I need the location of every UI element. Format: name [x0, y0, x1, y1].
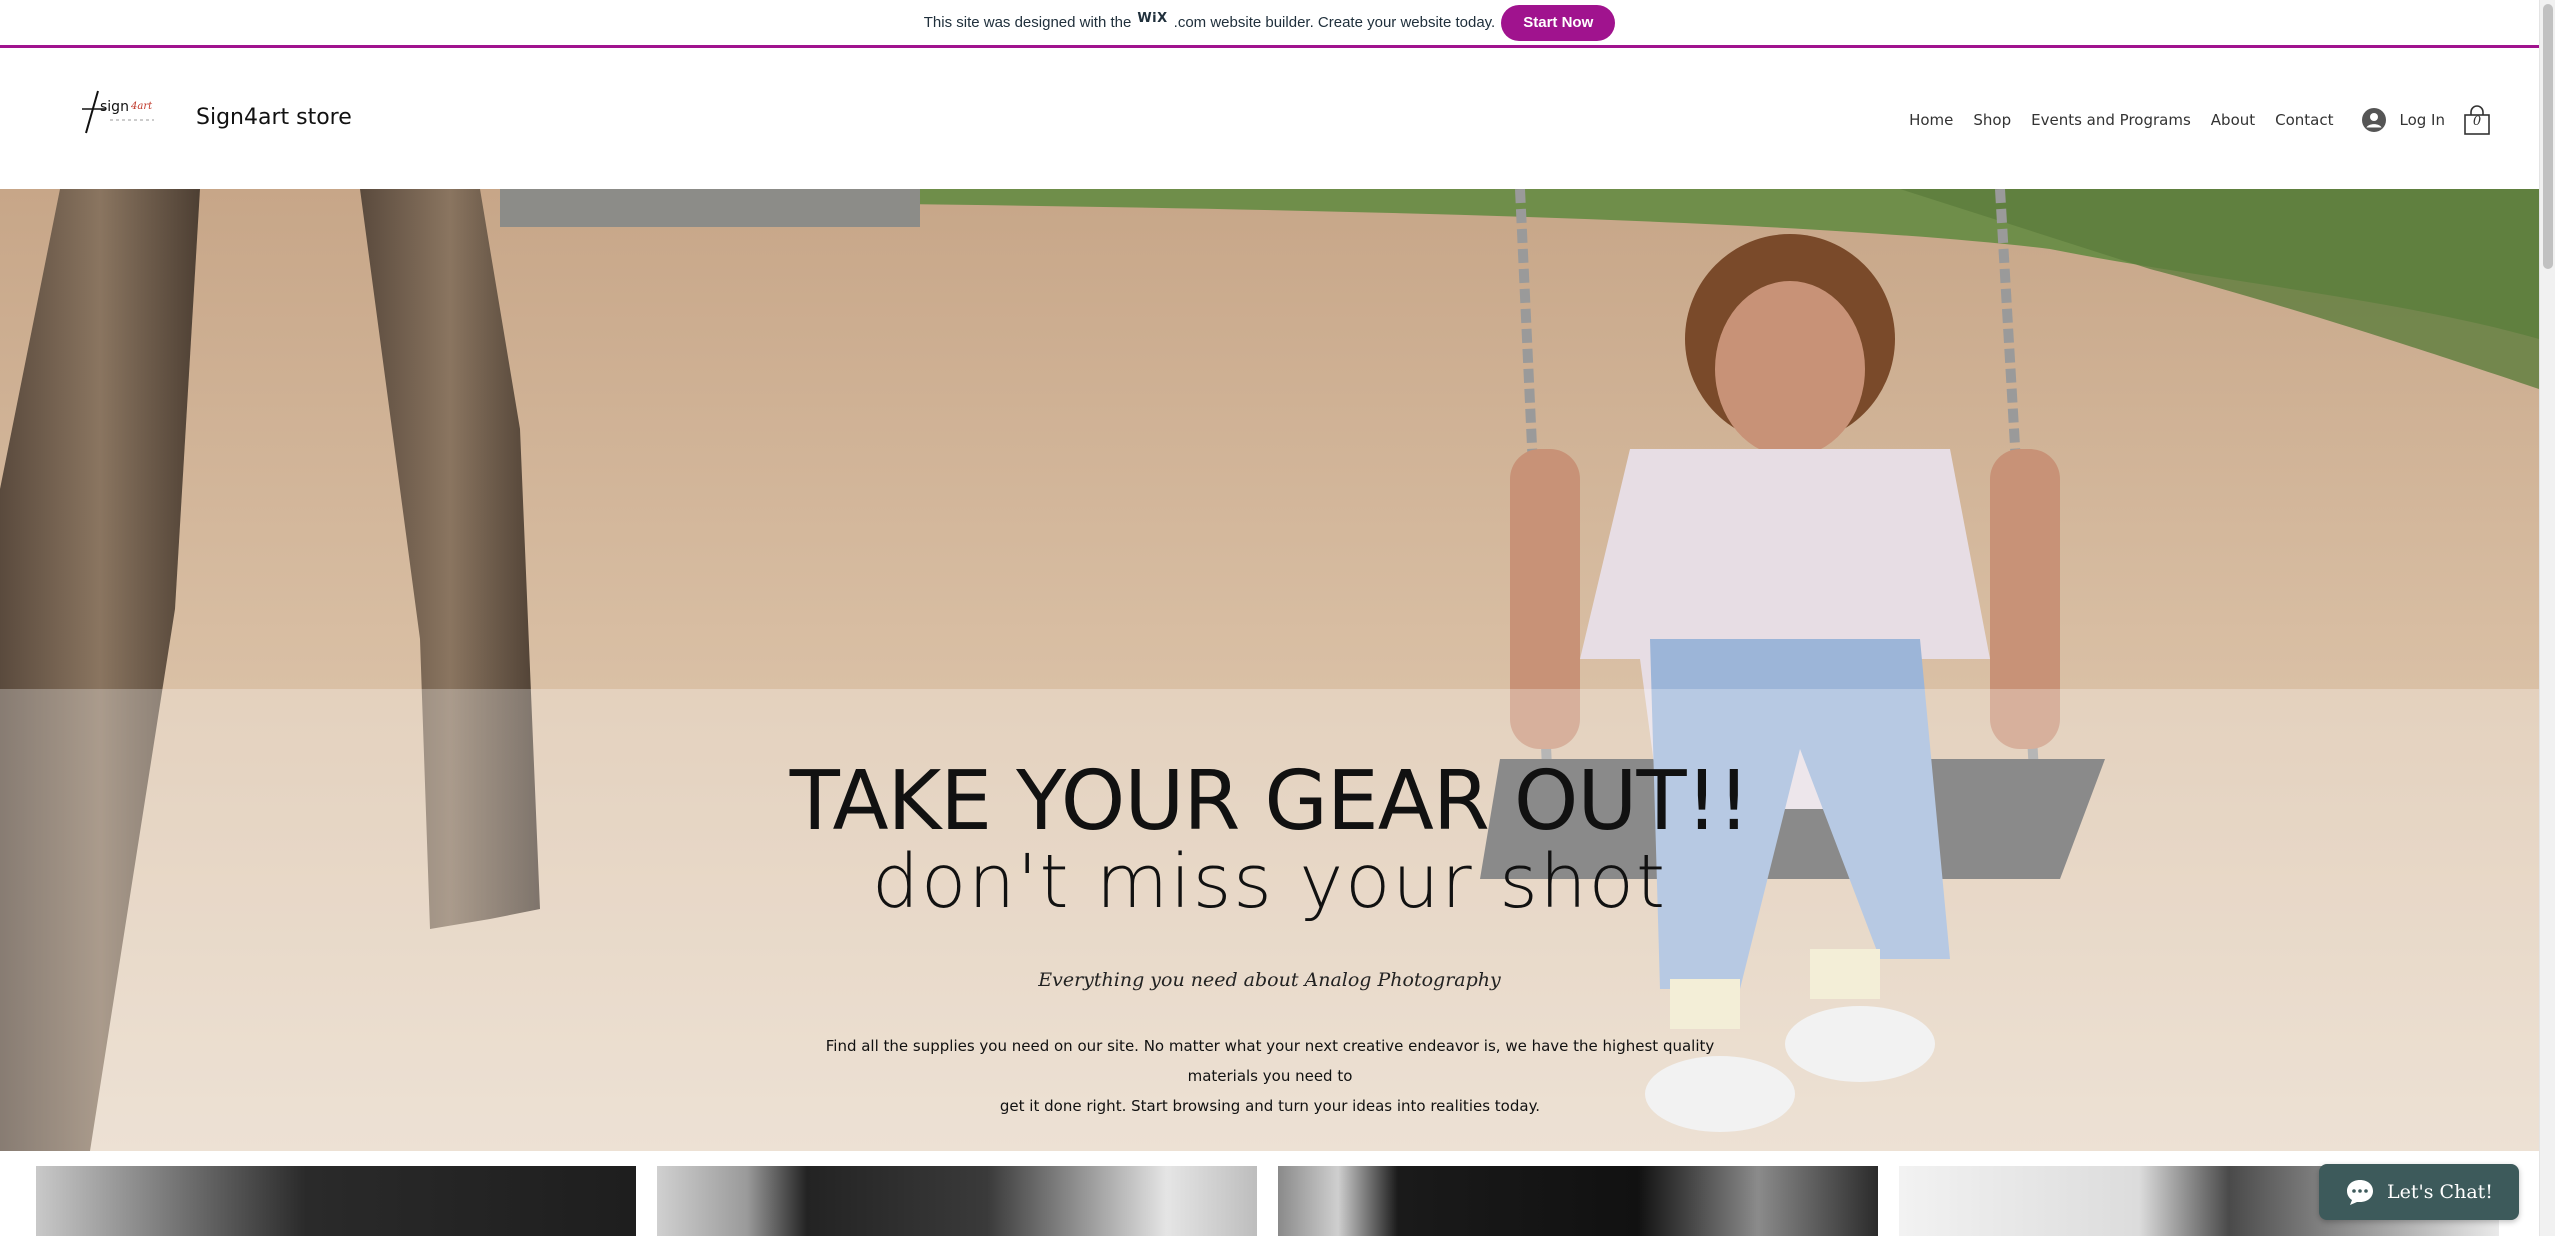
login-label: Log In	[2399, 111, 2446, 129]
cart-button[interactable]: 0	[2463, 105, 2491, 135]
nav-contact[interactable]: Contact	[2275, 111, 2333, 129]
svg-text:sign: sign	[100, 99, 129, 115]
nav-events-and-programs[interactable]: Events and Programs	[2031, 111, 2191, 129]
gallery-image-3[interactable]	[1278, 1166, 1878, 1236]
hero-intro-line-1: Find all the supplies you need on our si…	[825, 1037, 1715, 1085]
banner-text-before: This site was designed with the	[923, 14, 1132, 31]
hero-intro-line-2: get it done right. Start browsing and tu…	[999, 1097, 1541, 1115]
wix-promo-banner: This site was designed with the WiX .com…	[0, 0, 2539, 48]
gallery-image-1[interactable]	[36, 1166, 636, 1236]
store-name[interactable]: Sign4art store	[196, 105, 352, 130]
banner-text-after: .com website builder. Create your websit…	[1173, 14, 1496, 31]
page-scrollbar[interactable]	[2539, 0, 2555, 1236]
site-header: sign 4art Sign4art store Home Shop Event…	[0, 51, 2539, 189]
hero-headline: TAKE YOUR GEAR OUT!!	[789, 754, 1751, 849]
hero-intro-text: Find all the supplies you need on our si…	[795, 1031, 1745, 1121]
wix-logo[interactable]: WiX	[1137, 11, 1167, 26]
hero-section: TAKE YOUR GEAR OUT!! don't miss your sho…	[0, 189, 2539, 1151]
site-logo[interactable]: sign 4art	[80, 87, 160, 137]
main-navigation: Home Shop Events and Programs About Cont…	[1909, 51, 2539, 189]
user-icon	[2361, 108, 2386, 132]
gallery-strip	[0, 1151, 2539, 1236]
chat-label: Let's Chat!	[2387, 1181, 2493, 1203]
cart-count: 0	[2472, 114, 2482, 129]
hero-subheadline: don't miss your shot	[872, 839, 1667, 925]
nav-shop[interactable]: Shop	[1973, 111, 2011, 129]
chat-bubble-icon	[2347, 1180, 2374, 1205]
scrollbar-thumb[interactable]	[2543, 4, 2553, 269]
chat-button[interactable]: Let's Chat!	[2319, 1164, 2519, 1220]
start-now-button[interactable]: Start Now	[1501, 4, 1616, 41]
login-button[interactable]: Log In	[2361, 108, 2446, 132]
hero-tagline: Everything you need about Analog Photogr…	[1038, 969, 1501, 991]
gallery-image-2[interactable]	[657, 1166, 1257, 1236]
logo-mark: sign 4art	[82, 90, 154, 134]
nav-home[interactable]: Home	[1909, 111, 1953, 129]
svg-text:4art: 4art	[130, 101, 153, 112]
nav-about[interactable]: About	[2211, 111, 2255, 129]
